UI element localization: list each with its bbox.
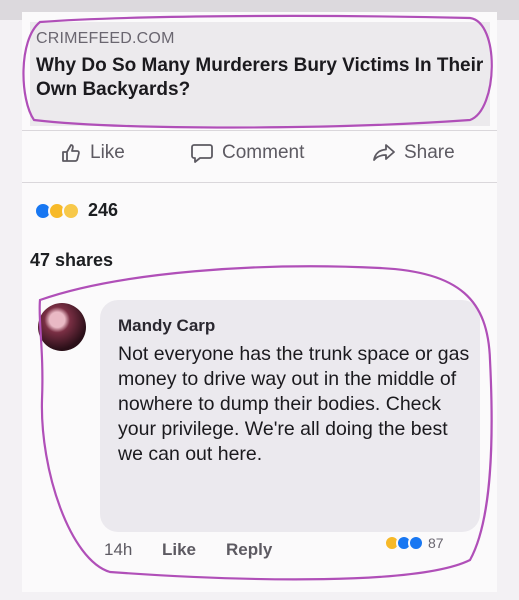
annotation-circle-comment [38,265,493,581]
annotation-circle-headline [22,14,493,129]
annotation-overlay [22,14,493,581]
